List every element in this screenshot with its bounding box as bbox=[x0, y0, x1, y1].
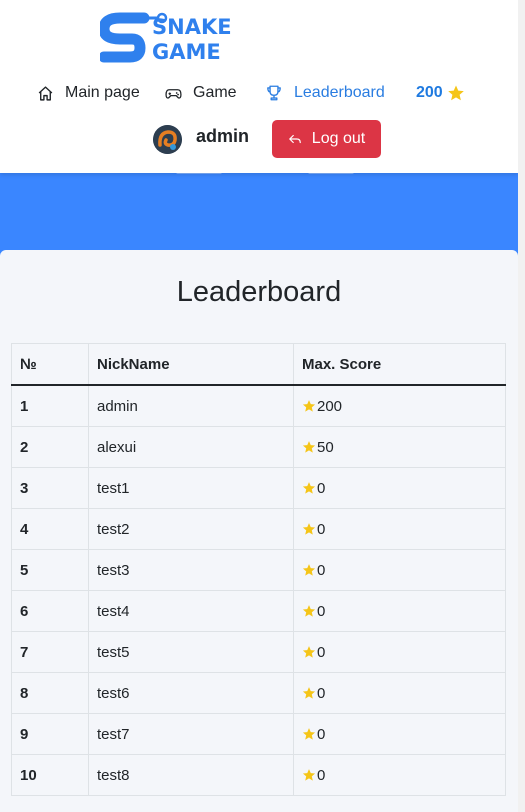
score-value: 200 bbox=[317, 397, 343, 415]
score-cell: 0 bbox=[293, 590, 506, 632]
snake-logo-icon: SNAKE GAME bbox=[98, 12, 232, 64]
star-icon bbox=[302, 481, 316, 494]
nickname-cell: admin bbox=[88, 384, 294, 427]
score-cell: 50 bbox=[293, 426, 506, 468]
table-row: 3 test1 0 bbox=[11, 467, 506, 509]
nickname-cell: test1 bbox=[88, 467, 294, 509]
column-header-rank: № bbox=[11, 343, 89, 386]
star-icon bbox=[302, 727, 316, 740]
nickname-cell: test6 bbox=[88, 672, 294, 714]
gamepad-icon bbox=[165, 88, 182, 99]
nav-game-label: Game bbox=[193, 84, 237, 101]
table-header-row: № NickName Max. Score bbox=[11, 343, 506, 386]
rank-cell: 5 bbox=[11, 549, 89, 591]
score-value: 0 bbox=[317, 561, 326, 579]
star-icon bbox=[302, 522, 316, 535]
star-icon bbox=[302, 686, 316, 699]
nav-main-page-label: Main page bbox=[65, 84, 140, 101]
rank-cell: 2 bbox=[11, 426, 89, 468]
score-cell: 0 bbox=[293, 672, 506, 714]
username: admin bbox=[196, 126, 250, 146]
score-cell: 0 bbox=[293, 631, 506, 673]
score-value: 0 bbox=[317, 684, 326, 702]
rank-cell: 6 bbox=[11, 590, 89, 632]
score-cell: 0 bbox=[293, 713, 506, 755]
star-icon bbox=[302, 563, 316, 576]
star-icon bbox=[302, 399, 316, 412]
nav-game[interactable]: Game bbox=[165, 80, 237, 106]
rank-cell: 4 bbox=[11, 508, 89, 550]
user-score-value: 200 bbox=[416, 84, 443, 101]
snake-game-logo[interactable]: SNAKE GAME bbox=[98, 12, 260, 64]
score-value: 0 bbox=[317, 479, 326, 497]
score-cell: 0 bbox=[293, 467, 506, 509]
table-row: 7 test5 0 bbox=[11, 631, 506, 673]
nickname-cell: test8 bbox=[88, 754, 294, 796]
star-icon bbox=[302, 604, 316, 617]
nickname-cell: alexui bbox=[88, 426, 294, 468]
rank-cell: 9 bbox=[11, 713, 89, 755]
table-row: 6 test4 0 bbox=[11, 590, 506, 632]
home-icon bbox=[38, 85, 53, 101]
table-row: 8 test6 0 bbox=[11, 672, 506, 714]
nav-leaderboard[interactable]: Leaderboard bbox=[265, 80, 385, 106]
nickname-cell: test3 bbox=[88, 549, 294, 591]
header: SNAKE GAME Main page Game Leaderboard 20… bbox=[0, 0, 518, 173]
score-value: 0 bbox=[317, 766, 326, 784]
logout-label: Log out bbox=[311, 130, 366, 147]
star-icon bbox=[302, 768, 316, 781]
table-row: 2 alexui 50 bbox=[11, 426, 506, 468]
logo-line2: GAME bbox=[152, 40, 221, 64]
leaderboard-table: № NickName Max. Score 1 admin 200 2 alexui 50… bbox=[11, 343, 506, 796]
star-icon bbox=[447, 85, 464, 101]
star-icon bbox=[302, 645, 316, 658]
page-title: Leaderboard bbox=[176, 276, 342, 308]
rank-cell: 3 bbox=[11, 467, 89, 509]
user-score: 200 bbox=[416, 80, 465, 106]
table-row: 1 admin 200 bbox=[11, 384, 506, 427]
user-row: admin Log out bbox=[0, 120, 518, 160]
score-value: 0 bbox=[317, 643, 326, 661]
nickname-cell: test4 bbox=[88, 590, 294, 632]
logout-icon bbox=[288, 134, 301, 144]
score-cell: 200 bbox=[293, 384, 506, 427]
column-header-max-score: Max. Score bbox=[293, 343, 506, 386]
avatar-image-icon bbox=[153, 125, 182, 154]
rank-cell: 1 bbox=[11, 384, 89, 427]
table-row: 10 test8 0 bbox=[11, 754, 506, 796]
score-value: 0 bbox=[317, 725, 326, 743]
rank-cell: 7 bbox=[11, 631, 89, 673]
column-header-nickname: NickName bbox=[88, 343, 294, 386]
score-value: 0 bbox=[317, 520, 326, 538]
nickname-cell: test5 bbox=[88, 631, 294, 673]
leaderboard-card: Leaderboard № NickName Max. Score 1 admin… bbox=[0, 250, 518, 812]
avatar[interactable] bbox=[153, 125, 182, 154]
table-row: 9 test7 0 bbox=[11, 713, 506, 755]
star-icon bbox=[302, 440, 316, 453]
score-cell: 0 bbox=[293, 508, 506, 550]
trophy-icon bbox=[267, 85, 281, 101]
nav-main-page[interactable]: Main page bbox=[37, 80, 140, 106]
logo-line1: SNAKE bbox=[152, 15, 232, 39]
table-row: 5 test3 0 bbox=[11, 549, 506, 591]
rank-cell: 8 bbox=[11, 672, 89, 714]
score-cell: 0 bbox=[293, 754, 506, 796]
score-value: 50 bbox=[317, 438, 334, 456]
score-value: 0 bbox=[317, 602, 326, 620]
table-row: 4 test2 0 bbox=[11, 508, 506, 550]
main-nav: Main page Game Leaderboard 200 bbox=[0, 80, 518, 106]
scrollbar[interactable] bbox=[518, 0, 525, 812]
rank-cell: 10 bbox=[11, 754, 89, 796]
nickname-cell: test2 bbox=[88, 508, 294, 550]
nickname-cell: test7 bbox=[88, 713, 294, 755]
logout-button[interactable]: Log out bbox=[272, 120, 381, 158]
score-cell: 0 bbox=[293, 549, 506, 591]
nav-leaderboard-label: Leaderboard bbox=[294, 84, 385, 101]
